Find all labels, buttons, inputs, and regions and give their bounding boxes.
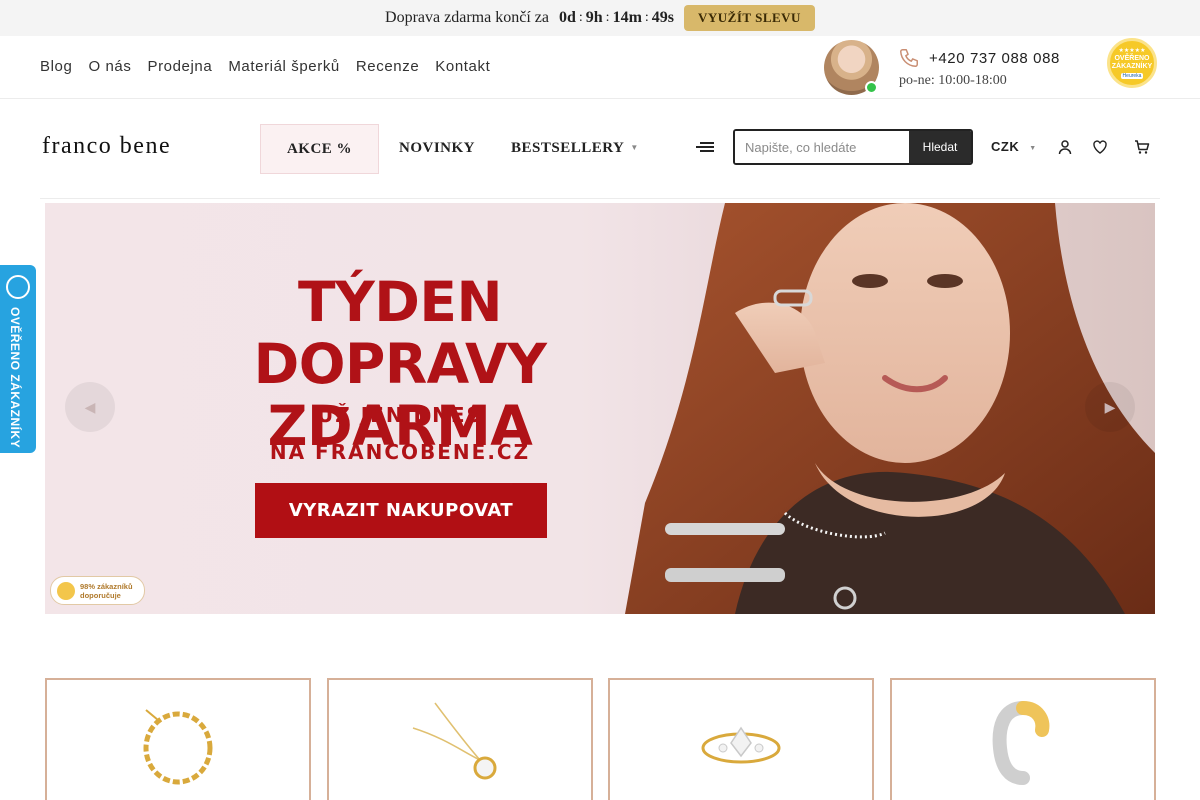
opening-hours: po-ne: 10:00-18:00 — [899, 73, 1007, 88]
top-link-store[interactable]: Prodejna — [147, 58, 212, 75]
two-tone-earring-icon — [992, 701, 1050, 785]
verified-side-text: OVĚŘENO ZÁKAZNÍKY — [8, 307, 22, 449]
hero-subtitle-1: UŽ JEN DNES — [317, 403, 483, 427]
heart-icon[interactable] — [1092, 139, 1108, 155]
phone-number[interactable]: +420 737 088 088 — [929, 50, 1060, 67]
announcement-text: Doprava zdarma končí za — [385, 9, 549, 26]
hero-subtitle-2: NA FRANCOBENE.CZ — [269, 440, 531, 464]
hero-title: TÝDEN DOPRAVY ZDARMA — [160, 271, 640, 457]
top-links-nav: Blog O nás Prodejna Materiál šperků Rece… — [40, 58, 490, 75]
hero-banner[interactable]: TÝDEN DOPRAVY ZDARMA UŽ JEN DNES NA FRAN… — [45, 203, 1155, 614]
heureka-verified-badge[interactable]: ★★★★★ OVĚŘENO ZÁKAZNÍKY Heureka — [1107, 38, 1157, 88]
support-avatar[interactable] — [824, 40, 879, 95]
product-card[interactable] — [608, 678, 874, 800]
recommend-line1: 98% zákazníků — [80, 581, 133, 591]
crystal-pendant-necklace-icon — [412, 702, 497, 780]
top-link-about[interactable]: O nás — [88, 58, 131, 75]
product-row — [45, 678, 1156, 800]
hero-title-line1: TÝDEN DOPRAVY — [253, 270, 547, 396]
stars-icon: ★★★★★ — [1118, 47, 1146, 54]
utility-bar: Blog O nás Prodejna Materiál šperků Rece… — [0, 36, 1200, 99]
countdown-hours: 9h — [585, 9, 603, 26]
verified-badge-brand: Heureka — [1120, 72, 1144, 79]
recommend-badge: 98% zákazníků doporučuje — [50, 576, 145, 605]
chevron-right-icon[interactable]: ▶ — [1085, 382, 1135, 432]
top-link-material[interactable]: Materiál šperků — [228, 58, 340, 75]
header-divider — [40, 198, 1160, 199]
chevron-down-icon: ▼ — [1029, 145, 1037, 152]
countdown-timer: 0d : 9h : 14m : 49s — [559, 9, 674, 27]
model-photo — [625, 203, 1155, 614]
search-bar: Hledat — [733, 129, 973, 165]
product-card[interactable] — [890, 678, 1156, 800]
countdown-separator: : — [605, 10, 610, 25]
announcement-bar: Doprava zdarma končí za 0d : 9h : 14m : … — [0, 0, 1200, 36]
user-icon[interactable] — [1057, 139, 1073, 155]
hamburger-menu-icon[interactable] — [696, 142, 714, 156]
gold-chain-bracelet-icon — [143, 709, 213, 785]
nav-novinky[interactable]: NOVINKY — [399, 140, 475, 157]
countdown-separator: : — [644, 10, 649, 25]
countdown-minutes: 14m — [612, 9, 642, 26]
nav-bestsellery[interactable]: BESTSELLERY ▼ — [511, 140, 639, 157]
nav-bestsellery-label: BESTSELLERY — [511, 140, 625, 156]
search-input[interactable] — [735, 131, 909, 163]
countdown-separator: : — [578, 10, 583, 25]
currency-value: CZK — [991, 139, 1020, 154]
crystal-ring-icon — [701, 726, 781, 764]
recommend-line2: doporučuje — [80, 590, 121, 600]
phone-icon — [900, 49, 918, 67]
top-link-reviews[interactable]: Recenze — [356, 58, 419, 75]
heureka-icon — [57, 581, 75, 600]
currency-selector[interactable]: CZK ▼ — [991, 139, 1037, 154]
recommend-text: 98% zákazníků doporučuje — [80, 582, 133, 600]
shop-now-button[interactable]: VYRAZIT NAKUPOVAT — [255, 483, 547, 538]
product-card[interactable] — [327, 678, 593, 800]
chevron-down-icon: ▼ — [630, 143, 639, 152]
use-discount-button[interactable]: VYUŽÍT SLEVU — [684, 5, 815, 31]
top-link-blog[interactable]: Blog — [40, 58, 72, 75]
online-status-icon — [865, 81, 878, 94]
top-link-contact[interactable]: Kontakt — [435, 58, 490, 75]
cart-icon[interactable] — [1134, 139, 1150, 155]
product-card[interactable] — [45, 678, 311, 800]
nav-akce[interactable]: AKCE % — [260, 124, 379, 174]
countdown-seconds: 49s — [651, 9, 675, 26]
verified-badge-text: OVĚŘENO ZÁKAZNÍKY — [1111, 54, 1153, 70]
countdown-days: 0d — [558, 9, 576, 26]
site-logo[interactable]: franco bene — [42, 133, 171, 160]
verified-seal-icon — [6, 275, 30, 299]
search-button[interactable]: Hledat — [909, 131, 971, 163]
verified-side-tab[interactable]: OVĚŘENO ZÁKAZNÍKY — [0, 265, 36, 453]
chevron-left-icon[interactable]: ◀ — [65, 382, 115, 432]
